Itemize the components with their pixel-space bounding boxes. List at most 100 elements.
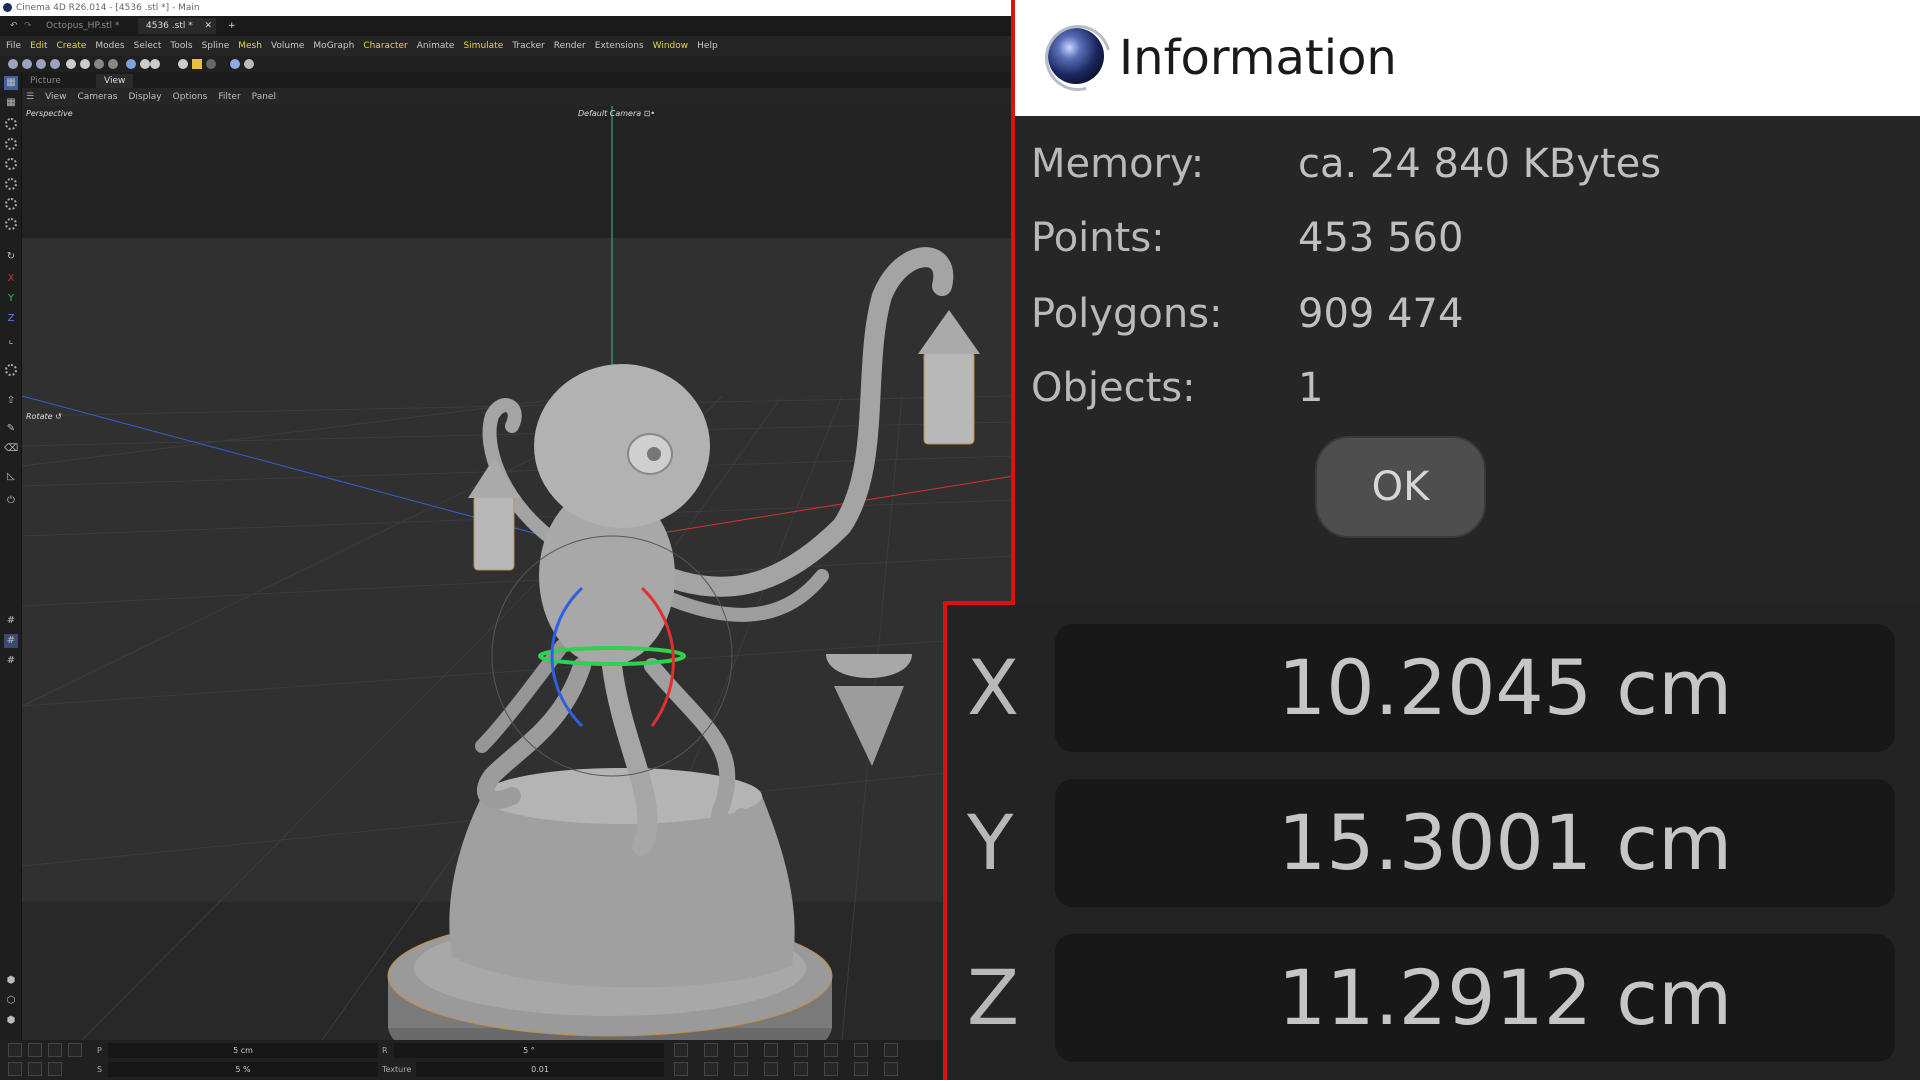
power-icon[interactable]: ⏻ xyxy=(4,494,18,508)
doc-tab-octopus[interactable]: Octopus_HP.stl * xyxy=(38,18,127,34)
tool-button[interactable] xyxy=(734,1043,748,1057)
tool-button[interactable] xyxy=(884,1043,898,1057)
cube-icon[interactable]: ⬢ xyxy=(4,1014,18,1028)
snap-button[interactable] xyxy=(28,1062,42,1076)
snap-icon[interactable]: # xyxy=(4,654,18,668)
coord-system-icon[interactable]: ⌞ xyxy=(4,334,18,348)
tool-button[interactable] xyxy=(824,1043,838,1057)
tool-button[interactable] xyxy=(794,1043,808,1057)
gear-icon[interactable] xyxy=(5,198,17,210)
menu-window[interactable]: Window xyxy=(653,36,689,56)
mode-icon[interactable] xyxy=(80,59,90,69)
grid-icon[interactable]: ▦ xyxy=(4,76,18,90)
gear-icon[interactable] xyxy=(5,138,17,150)
camera-label[interactable]: Default Camera ⊡• xyxy=(578,109,655,118)
p-field[interactable]: 5 cm xyxy=(108,1043,378,1058)
mode-icon[interactable] xyxy=(126,59,136,69)
y-axis-icon[interactable]: Y xyxy=(4,292,18,306)
mode-icon[interactable] xyxy=(22,59,32,69)
s-field[interactable]: 5 % xyxy=(108,1062,378,1077)
snap-icon[interactable]: # xyxy=(4,634,18,648)
octopus-model[interactable] xyxy=(387,247,980,1040)
menu-edit[interactable]: Edit xyxy=(30,36,47,56)
menu-animate[interactable]: Animate xyxy=(417,36,455,56)
mode-icon[interactable] xyxy=(140,59,150,69)
snap-button[interactable] xyxy=(48,1043,62,1057)
vp-menu-display[interactable]: Display xyxy=(128,88,161,106)
snap-button[interactable] xyxy=(68,1043,82,1057)
menu-file[interactable]: File xyxy=(6,36,21,56)
tool-button[interactable] xyxy=(854,1062,868,1076)
tool-button[interactable] xyxy=(704,1043,718,1057)
menu-mesh[interactable]: Mesh xyxy=(238,36,262,56)
brush-icon[interactable]: ✎ xyxy=(4,422,18,436)
cube-icon[interactable]: ⬢ xyxy=(4,974,18,988)
menu-tools[interactable]: Tools xyxy=(170,36,192,56)
gear-icon[interactable] xyxy=(5,178,17,190)
mode-icon[interactable] xyxy=(66,59,76,69)
menu-modes[interactable]: Modes xyxy=(95,36,124,56)
mode-icon[interactable] xyxy=(50,59,60,69)
vp-menu-view[interactable]: View xyxy=(45,88,66,106)
snap-button[interactable] xyxy=(8,1043,22,1057)
menu-select[interactable]: Select xyxy=(134,36,162,56)
size-x-field[interactable]: 10.2045 cm xyxy=(1055,624,1895,752)
vp-menu-filter[interactable]: Filter xyxy=(218,88,240,106)
menu-character[interactable]: Character xyxy=(363,36,407,56)
hamburger-icon[interactable]: ☰ xyxy=(26,88,34,106)
move-tool-icon[interactable]: ⇧ xyxy=(4,394,18,408)
gear-icon[interactable] xyxy=(5,364,17,376)
mode-icon[interactable] xyxy=(108,59,118,69)
tab-view[interactable]: View xyxy=(96,74,134,88)
close-icon[interactable]: ✕ xyxy=(204,18,212,34)
vp-menu-panel[interactable]: Panel xyxy=(252,88,276,106)
plus-icon[interactable]: + xyxy=(220,18,244,34)
tool-button[interactable] xyxy=(794,1062,808,1076)
mode-icon[interactable] xyxy=(206,59,216,69)
gear-icon[interactable] xyxy=(5,218,17,230)
ok-button[interactable]: OK xyxy=(1315,436,1486,538)
snap-icon[interactable]: # xyxy=(4,614,18,628)
doc-tab-4536[interactable]: 4536 .stl * ✕ xyxy=(138,18,216,34)
tool-button[interactable] xyxy=(884,1062,898,1076)
snap-button[interactable] xyxy=(8,1062,22,1076)
tab-picture-viewer[interactable]: Picture Viewer xyxy=(22,74,94,100)
tool-button[interactable] xyxy=(674,1062,688,1076)
size-z-field[interactable]: 11.2912 cm xyxy=(1055,934,1895,1062)
tool-button[interactable] xyxy=(764,1043,778,1057)
tool-button[interactable] xyxy=(704,1062,718,1076)
knife-icon[interactable]: ◺ xyxy=(4,470,18,484)
vp-menu-cameras[interactable]: Cameras xyxy=(77,88,117,106)
z-axis-icon[interactable]: Z xyxy=(4,312,18,326)
tool-button[interactable] xyxy=(824,1062,838,1076)
eraser-icon[interactable]: ⌫ xyxy=(4,442,18,456)
gear-icon[interactable] xyxy=(5,118,17,130)
menu-simulate[interactable]: Simulate xyxy=(463,36,503,56)
mode-icon[interactable] xyxy=(244,59,254,69)
tool-button[interactable] xyxy=(764,1062,778,1076)
x-axis-icon[interactable]: X xyxy=(4,272,18,286)
texture-field[interactable]: 0.01 xyxy=(416,1062,664,1077)
menu-volume[interactable]: Volume xyxy=(271,36,304,56)
3d-viewport[interactable]: Perspective Default Camera ⊡• Rotate ↺ xyxy=(22,106,1014,1040)
menu-tracker[interactable]: Tracker xyxy=(512,36,544,56)
mode-icon[interactable] xyxy=(178,59,188,69)
tool-button[interactable] xyxy=(854,1043,868,1057)
cube-icon[interactable]: ⬡ xyxy=(4,994,18,1008)
tool-button[interactable] xyxy=(674,1043,688,1057)
menu-create[interactable]: Create xyxy=(57,36,87,56)
mode-icon[interactable] xyxy=(8,59,18,69)
menu-help[interactable]: Help xyxy=(697,36,718,56)
mode-icon[interactable] xyxy=(230,59,240,69)
tool-button[interactable] xyxy=(734,1062,748,1076)
size-y-field[interactable]: 15.3001 cm xyxy=(1055,779,1895,907)
vp-menu-options[interactable]: Options xyxy=(173,88,208,106)
snap-button[interactable] xyxy=(28,1043,42,1057)
mode-icon[interactable] xyxy=(94,59,104,69)
snap-button[interactable] xyxy=(48,1062,62,1076)
axis-mode-icon[interactable] xyxy=(192,59,202,69)
menu-render[interactable]: Render xyxy=(554,36,586,56)
mode-icon[interactable] xyxy=(36,59,46,69)
r-field[interactable]: 5 ° xyxy=(394,1043,664,1058)
menu-spline[interactable]: Spline xyxy=(202,36,230,56)
